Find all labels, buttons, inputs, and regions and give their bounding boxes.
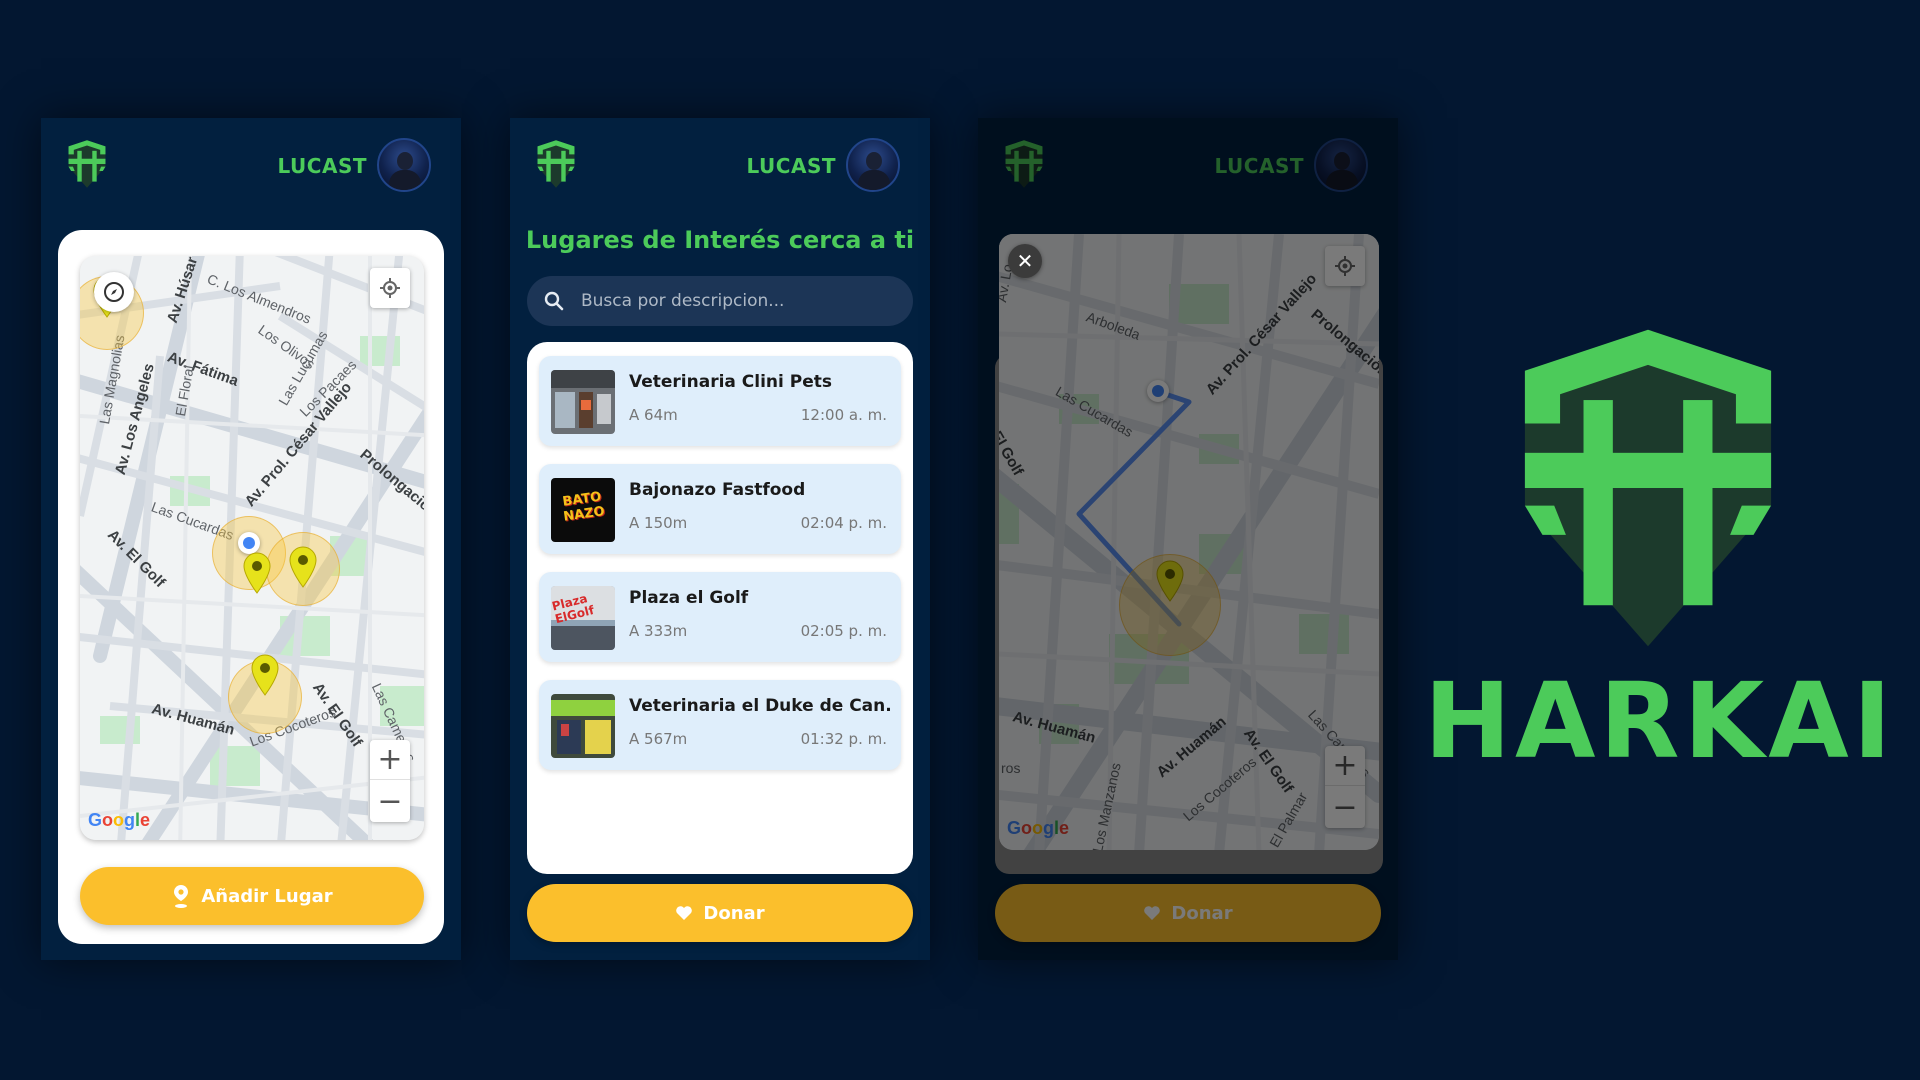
search-icon xyxy=(544,291,564,311)
location-pin-icon[interactable] xyxy=(1155,560,1185,602)
list-item[interactable]: Veterinaria Clini Pets A 64m 12:00 a. m. xyxy=(539,356,901,446)
place-name: Bajonazo Fastfood xyxy=(629,480,806,500)
current-location-icon xyxy=(238,532,260,554)
avatar[interactable] xyxy=(846,138,900,192)
app-header: LUCAST xyxy=(41,118,461,218)
place-thumbnail xyxy=(551,694,615,758)
add-place-label: Añadir Lugar xyxy=(201,885,333,907)
zoom-controls: + − xyxy=(370,740,410,822)
heart-icon xyxy=(1144,906,1161,920)
screen-places-list: LUCAST Lugares de Interés cerca a ti Vet… xyxy=(510,118,930,960)
harkai-logo-icon xyxy=(1002,138,1046,190)
avatar[interactable] xyxy=(377,138,431,192)
place-time: 01:32 p. m. xyxy=(800,730,887,748)
heart-icon xyxy=(676,906,693,920)
search-bar xyxy=(527,276,913,326)
place-thumbnail: BATO NAZO xyxy=(551,478,615,542)
close-button[interactable]: ✕ xyxy=(1008,244,1042,278)
search-input[interactable] xyxy=(581,276,891,326)
route-map-view[interactable]: Av. Lo Arboleda Las Cucardas Av. Prol. C… xyxy=(999,234,1379,850)
donate-label: Donar xyxy=(1171,902,1233,924)
places-list: Veterinaria Clini Pets A 64m 12:00 a. m.… xyxy=(527,342,913,874)
zoom-out-button[interactable]: − xyxy=(1325,787,1365,827)
user-name: LUCAST xyxy=(1214,154,1304,178)
crosshair-icon xyxy=(380,278,400,298)
user-name: LUCAST xyxy=(746,154,836,178)
list-item[interactable]: Veterinaria el Duke de Can. A 567m 01:32… xyxy=(539,680,901,770)
place-thumbnail: Plaza ElGolf xyxy=(551,586,615,650)
zoom-in-button[interactable]: + xyxy=(1325,746,1365,786)
place-thumbnail xyxy=(551,370,615,434)
page-title: Lugares de Interés cerca a ti xyxy=(525,226,915,254)
place-time: 02:04 p. m. xyxy=(800,514,887,532)
shop-photo xyxy=(551,694,615,758)
zoom-in-button[interactable]: + xyxy=(370,740,410,780)
place-name: Plaza el Golf xyxy=(629,588,749,608)
map-card: Av. Húsar C. Los Almendros Los Olivos Av… xyxy=(58,230,444,944)
place-distance: A 567m xyxy=(629,730,688,748)
store-photo xyxy=(551,370,615,434)
list-item[interactable]: Plaza ElGolf Plaza el Golf A 333m 02:05 … xyxy=(539,572,901,662)
screen-map: LUCAST Av. Húsar C. Los Almendros Los Ol… xyxy=(41,118,461,960)
place-name: Veterinaria Clini Pets xyxy=(629,372,833,392)
brand-name: HARKAI xyxy=(1424,660,1896,782)
place-distance: A 150m xyxy=(629,514,688,532)
place-distance: A 333m xyxy=(629,622,688,640)
harkai-logo-icon[interactable] xyxy=(534,138,578,190)
place-time: 12:00 a. m. xyxy=(800,406,887,424)
donate-button[interactable]: Donar xyxy=(995,884,1381,942)
map-view[interactable]: Av. Húsar C. Los Almendros Los Olivos Av… xyxy=(80,256,424,840)
my-location-button[interactable] xyxy=(370,268,410,308)
harkai-logo-icon[interactable] xyxy=(65,138,109,190)
compass-icon[interactable] xyxy=(94,272,134,312)
donate-label: Donar xyxy=(703,902,765,924)
donate-button[interactable]: Donar xyxy=(527,884,913,942)
user-name: LUCAST xyxy=(277,154,367,178)
google-logo: Google xyxy=(88,810,151,830)
location-pin-icon xyxy=(174,885,189,908)
harkai-logo-icon xyxy=(1500,318,1796,658)
place-time: 02:05 p. m. xyxy=(800,622,887,640)
avatar xyxy=(1314,138,1368,192)
zoom-controls: + − xyxy=(1325,746,1365,828)
location-pin-icon[interactable] xyxy=(242,552,272,594)
current-location-icon xyxy=(1147,380,1169,402)
place-name: Veterinaria el Duke de Can. xyxy=(629,696,892,716)
google-logo: Google xyxy=(1007,818,1070,838)
location-pin-icon[interactable] xyxy=(288,546,318,588)
list-item[interactable]: BATO NAZO Bajonazo Fastfood A 150m 02:04… xyxy=(539,464,901,554)
screen-route-map: LUCAST Av. Lo Arboleda Las Cucardas Av. … xyxy=(978,118,1398,960)
place-distance: A 64m xyxy=(629,406,678,424)
app-header: LUCAST xyxy=(510,118,930,218)
location-pin-icon[interactable] xyxy=(250,654,280,696)
street-label: ros xyxy=(1001,760,1021,776)
app-header: LUCAST xyxy=(978,118,1398,218)
zoom-out-button[interactable]: − xyxy=(370,781,410,821)
crosshair-icon xyxy=(1335,256,1355,276)
my-location-button[interactable] xyxy=(1325,246,1365,286)
add-place-button[interactable]: Añadir Lugar xyxy=(80,867,424,925)
bajonazo-logo: BATO NAZO xyxy=(561,489,606,525)
